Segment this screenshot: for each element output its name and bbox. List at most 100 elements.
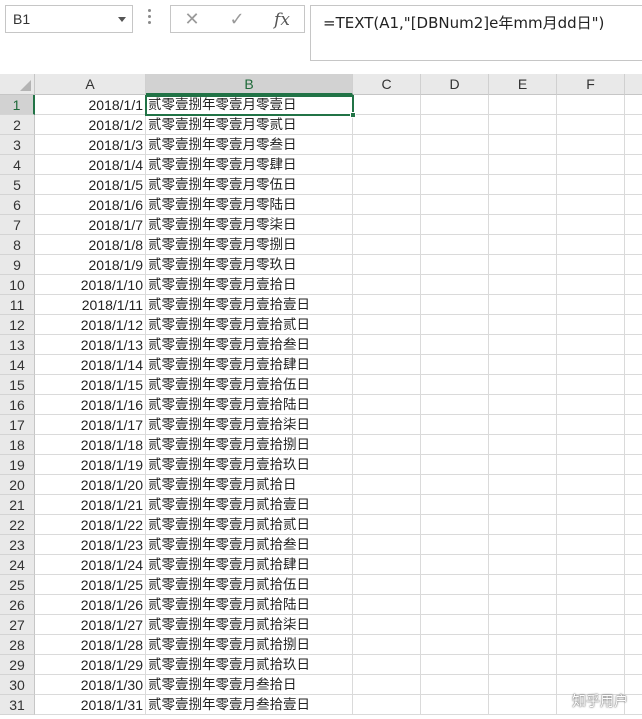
cell-c[interactable] bbox=[353, 595, 421, 615]
cell-g[interactable] bbox=[625, 355, 642, 375]
cell-e[interactable] bbox=[489, 375, 557, 395]
cell-g[interactable] bbox=[625, 375, 642, 395]
cell-e[interactable] bbox=[489, 555, 557, 575]
cell-d[interactable] bbox=[421, 655, 489, 675]
cell-g[interactable] bbox=[625, 295, 642, 315]
cell-b[interactable]: 贰零壹捌年零壹月贰拾柒日 bbox=[146, 615, 353, 635]
cell-g[interactable] bbox=[625, 195, 642, 215]
cell-b[interactable]: 贰零壹捌年零壹月壹拾肆日 bbox=[146, 355, 353, 375]
cell-g[interactable] bbox=[625, 515, 642, 535]
cell-c[interactable] bbox=[353, 635, 421, 655]
cell-e[interactable] bbox=[489, 115, 557, 135]
cell-d[interactable] bbox=[421, 555, 489, 575]
cell-b[interactable]: 贰零壹捌年零壹月壹拾柒日 bbox=[146, 415, 353, 435]
cell-e[interactable] bbox=[489, 535, 557, 555]
cell-c[interactable] bbox=[353, 295, 421, 315]
cell-d[interactable] bbox=[421, 595, 489, 615]
cell-e[interactable] bbox=[489, 575, 557, 595]
cell-e[interactable] bbox=[489, 395, 557, 415]
cell-a[interactable]: 2018/1/25 bbox=[35, 575, 146, 595]
cell-d[interactable] bbox=[421, 335, 489, 355]
cell-a[interactable]: 2018/1/18 bbox=[35, 435, 146, 455]
cell-b[interactable]: 贰零壹捌年零壹月零叁日 bbox=[146, 135, 353, 155]
cell-e[interactable] bbox=[489, 635, 557, 655]
row-header[interactable]: 27 bbox=[0, 615, 35, 635]
cell-b[interactable]: 贰零壹捌年零壹月零陆日 bbox=[146, 195, 353, 215]
name-box[interactable]: B1 bbox=[5, 5, 133, 33]
cell-b[interactable]: 贰零壹捌年零壹月贰拾壹日 bbox=[146, 495, 353, 515]
row-header[interactable]: 9 bbox=[0, 255, 35, 275]
cell-a[interactable]: 2018/1/5 bbox=[35, 175, 146, 195]
cell-a[interactable]: 2018/1/7 bbox=[35, 215, 146, 235]
cell-c[interactable] bbox=[353, 415, 421, 435]
cell-c[interactable] bbox=[353, 275, 421, 295]
cell-f[interactable] bbox=[557, 275, 625, 295]
cell-g[interactable] bbox=[625, 535, 642, 555]
column-header-e[interactable]: E bbox=[489, 74, 557, 95]
cell-c[interactable] bbox=[353, 215, 421, 235]
cell-a[interactable]: 2018/1/31 bbox=[35, 695, 146, 715]
cell-f[interactable] bbox=[557, 435, 625, 455]
row-header[interactable]: 1 bbox=[0, 95, 35, 115]
cell-e[interactable] bbox=[489, 315, 557, 335]
cell-e[interactable] bbox=[489, 655, 557, 675]
cell-g[interactable] bbox=[625, 495, 642, 515]
cell-a[interactable]: 2018/1/30 bbox=[35, 675, 146, 695]
row-header[interactable]: 25 bbox=[0, 575, 35, 595]
cell-e[interactable] bbox=[489, 495, 557, 515]
cell-e[interactable] bbox=[489, 175, 557, 195]
cell-c[interactable] bbox=[353, 675, 421, 695]
cell-f[interactable] bbox=[557, 195, 625, 215]
cell-b[interactable]: 贰零壹捌年零壹月贰拾陆日 bbox=[146, 595, 353, 615]
cell-f[interactable] bbox=[557, 175, 625, 195]
cell-e[interactable] bbox=[489, 195, 557, 215]
cell-b[interactable]: 贰零壹捌年零壹月零壹日 bbox=[146, 95, 353, 115]
cell-a[interactable]: 2018/1/16 bbox=[35, 395, 146, 415]
select-all-button[interactable] bbox=[0, 74, 35, 95]
cell-g[interactable] bbox=[625, 435, 642, 455]
cell-a[interactable]: 2018/1/24 bbox=[35, 555, 146, 575]
row-header[interactable]: 24 bbox=[0, 555, 35, 575]
drag-handle-icon[interactable] bbox=[148, 9, 152, 29]
cell-b[interactable]: 贰零壹捌年零壹月贰拾贰日 bbox=[146, 515, 353, 535]
cell-c[interactable] bbox=[353, 515, 421, 535]
cell-a[interactable]: 2018/1/4 bbox=[35, 155, 146, 175]
cell-b[interactable]: 贰零壹捌年零壹月壹拾捌日 bbox=[146, 435, 353, 455]
cell-a[interactable]: 2018/1/29 bbox=[35, 655, 146, 675]
row-header[interactable]: 18 bbox=[0, 435, 35, 455]
cell-g[interactable] bbox=[625, 155, 642, 175]
cell-c[interactable] bbox=[353, 475, 421, 495]
row-header[interactable]: 29 bbox=[0, 655, 35, 675]
cell-f[interactable] bbox=[557, 555, 625, 575]
cell-d[interactable] bbox=[421, 175, 489, 195]
cell-e[interactable] bbox=[489, 135, 557, 155]
cell-e[interactable] bbox=[489, 155, 557, 175]
cell-f[interactable] bbox=[557, 615, 625, 635]
cell-f[interactable] bbox=[557, 355, 625, 375]
cell-f[interactable] bbox=[557, 595, 625, 615]
cell-d[interactable] bbox=[421, 475, 489, 495]
cell-c[interactable] bbox=[353, 455, 421, 475]
cell-b[interactable]: 贰零壹捌年零壹月壹拾日 bbox=[146, 275, 353, 295]
cell-f[interactable] bbox=[557, 375, 625, 395]
cell-g[interactable] bbox=[625, 135, 642, 155]
cell-e[interactable] bbox=[489, 415, 557, 435]
cell-c[interactable] bbox=[353, 375, 421, 395]
cell-c[interactable] bbox=[353, 115, 421, 135]
cell-c[interactable] bbox=[353, 435, 421, 455]
cell-g[interactable] bbox=[625, 315, 642, 335]
row-header[interactable]: 4 bbox=[0, 155, 35, 175]
row-header[interactable]: 26 bbox=[0, 595, 35, 615]
cell-d[interactable] bbox=[421, 395, 489, 415]
cell-f[interactable] bbox=[557, 655, 625, 675]
row-header[interactable]: 17 bbox=[0, 415, 35, 435]
column-header-g[interactable] bbox=[625, 74, 642, 95]
column-header-d[interactable]: D bbox=[421, 74, 489, 95]
cell-d[interactable] bbox=[421, 315, 489, 335]
cell-a[interactable]: 2018/1/21 bbox=[35, 495, 146, 515]
cell-b[interactable]: 贰零壹捌年零壹月贰拾肆日 bbox=[146, 555, 353, 575]
cell-a[interactable]: 2018/1/22 bbox=[35, 515, 146, 535]
cell-g[interactable] bbox=[625, 275, 642, 295]
row-header[interactable]: 21 bbox=[0, 495, 35, 515]
cell-d[interactable] bbox=[421, 535, 489, 555]
